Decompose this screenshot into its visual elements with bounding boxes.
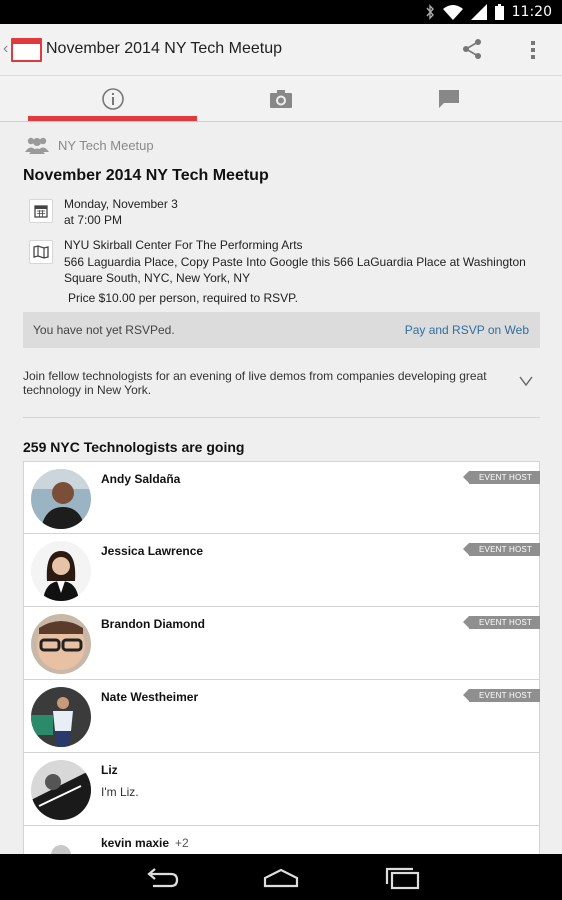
battery-icon — [494, 4, 504, 20]
avatar — [31, 760, 91, 820]
event-date: Monday, November 3 — [64, 197, 178, 211]
attendees-header: 259 NYC Technologists are going — [23, 439, 245, 455]
group-link[interactable]: NY Tech Meetup — [24, 136, 154, 154]
attendee-name: Jessica Lawrence — [101, 544, 204, 558]
event-details: NY Tech Meetup November 2014 NY Tech Mee… — [0, 122, 562, 854]
tab-comments[interactable] — [364, 76, 534, 122]
attendee-name: Andy Saldaña — [101, 472, 181, 486]
attendee-list: Andy Saldaña EVENT HOST Jessica Lawrence… — [23, 461, 540, 854]
map-icon[interactable] — [29, 240, 53, 264]
selected-tab-indicator — [28, 116, 197, 121]
wifi-icon — [442, 5, 463, 20]
venue-name[interactable]: NYU Skirball Center For The Performing A… — [64, 237, 303, 253]
calendar-icon — [29, 199, 53, 223]
share-icon[interactable] — [461, 38, 483, 60]
guest-count: +2 — [175, 836, 189, 850]
calendar-app-icon[interactable] — [11, 38, 42, 62]
attendee-row[interactable]: Brandon Diamond EVENT HOST — [23, 607, 540, 680]
event-time: at 7:00 PM — [64, 213, 123, 227]
back-icon[interactable] — [141, 866, 181, 890]
home-icon[interactable] — [261, 866, 301, 890]
bluetooth-icon — [426, 4, 434, 20]
status-bar: 11:20 — [0, 0, 562, 24]
attendee-name: kevin maxie +2 — [101, 836, 189, 850]
comment-icon — [439, 90, 459, 108]
event-host-badge: EVENT HOST — [463, 471, 540, 484]
attendee-name: Liz — [101, 763, 118, 777]
overflow-menu-icon[interactable] — [524, 38, 542, 62]
up-caret-icon[interactable]: ‹ — [3, 40, 8, 58]
pay-rsvp-link[interactable]: Pay and RSVP on Web — [405, 323, 529, 337]
group-name: NY Tech Meetup — [58, 137, 154, 153]
divider — [23, 417, 540, 418]
info-icon — [102, 88, 124, 110]
attendee-row[interactable]: kevin maxie +2 — [23, 826, 540, 854]
event-host-badge: EVENT HOST — [463, 616, 540, 629]
venue-address[interactable]: 566 Laguardia Place, Copy Paste Into Goo… — [64, 254, 534, 286]
signal-icon — [470, 4, 487, 20]
attendee-row[interactable]: Liz I'm Liz. — [23, 753, 540, 826]
camera-icon — [270, 90, 292, 108]
attendee-row[interactable]: Andy Saldaña EVENT HOST — [23, 461, 540, 534]
event-price: Price $10.00 per person, required to RSV… — [68, 291, 298, 305]
attendee-name: Nate Westheimer — [101, 690, 199, 704]
group-icon — [25, 137, 49, 154]
tab-bar — [0, 76, 562, 122]
avatar — [31, 541, 91, 601]
page-title: November 2014 NY Tech Meetup — [46, 40, 282, 57]
attendee-bio: I'm Liz. — [101, 785, 139, 799]
avatar — [31, 687, 91, 747]
event-title: November 2014 NY Tech Meetup — [23, 167, 269, 184]
avatar — [31, 833, 91, 854]
action-bar: ‹ November 2014 NY Tech Meetup — [0, 24, 562, 76]
rsvp-bar: You have not yet RSVPed. Pay and RSVP on… — [23, 312, 540, 348]
navigation-bar — [0, 854, 562, 900]
chevron-down-icon[interactable] — [519, 376, 533, 386]
attendee-row[interactable]: Nate Westheimer EVENT HOST — [23, 680, 540, 753]
avatar — [31, 614, 91, 674]
rsvp-status: You have not yet RSVPed. — [33, 323, 175, 337]
tab-photos[interactable] — [196, 76, 366, 122]
recent-apps-icon[interactable] — [382, 866, 422, 890]
attendee-name: Brandon Diamond — [101, 617, 205, 631]
attendee-row[interactable]: Jessica Lawrence EVENT HOST — [23, 534, 540, 607]
avatar — [31, 469, 91, 529]
clock: 11:20 — [511, 4, 552, 20]
event-description: Join fellow technologists for an evening… — [23, 369, 487, 397]
event-host-badge: EVENT HOST — [463, 543, 540, 556]
event-host-badge: EVENT HOST — [463, 689, 540, 702]
